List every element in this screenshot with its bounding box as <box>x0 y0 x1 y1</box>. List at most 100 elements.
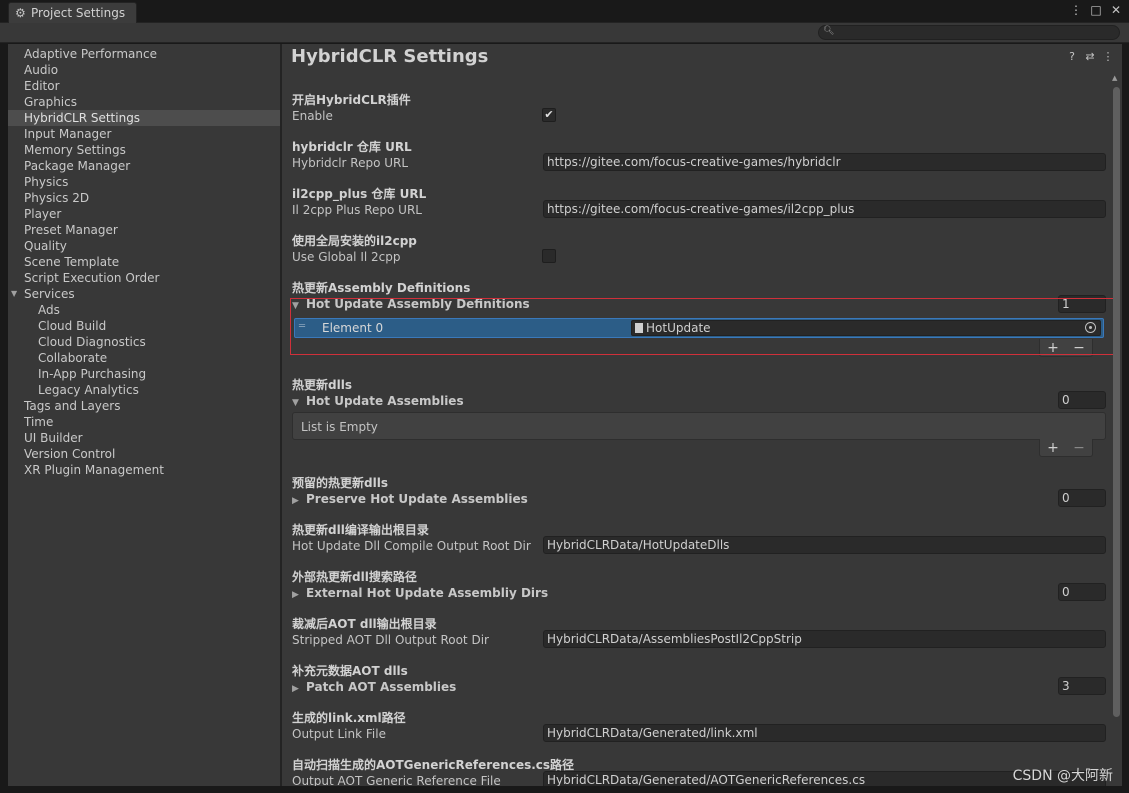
sidebar-item-script-execution-order[interactable]: Script Execution Order <box>8 270 280 286</box>
collapsed-triangle-icon: ▶ <box>292 590 299 600</box>
empty-list-text: List is Empty <box>301 420 378 434</box>
expanded-triangle-icon[interactable]: ▼ <box>11 286 17 302</box>
scroll-up-icon[interactable]: ▲ <box>1112 74 1117 82</box>
window-tabbar: ⚙ Project Settings ⋮ □ ✕ <box>0 0 1129 23</box>
search-toolbar: 🔍︎ <box>0 23 1129 43</box>
sidebar-item-physics[interactable]: Physics <box>8 174 280 190</box>
foldout-label: Hot Update Assemblies <box>306 394 464 408</box>
foldout-label: External Hot Update Assembliy Dirs <box>306 586 549 600</box>
link-xml-heading: 生成的link.xml路径 <box>292 711 406 725</box>
list-add-remove: + − <box>1039 439 1093 457</box>
collapsed-triangle-icon: ▶ <box>292 684 299 694</box>
sidebar-item-legacy-analytics[interactable]: Legacy Analytics <box>8 382 280 398</box>
sidebar-item-ui-builder[interactable]: UI Builder <box>8 430 280 446</box>
preserve-count[interactable]: 0 <box>1058 489 1106 507</box>
il2cpp-url-heading: il2cpp_plus 仓库 URL <box>292 187 427 201</box>
collapsed-triangle-icon: ▶ <box>292 496 299 506</box>
link-xml-label: Output Link File <box>292 727 386 741</box>
sidebar-item-collaborate[interactable]: Collaborate <box>8 350 280 366</box>
sidebar-item-physics-2d[interactable]: Physics 2D <box>8 190 280 206</box>
sidebar: Adaptive Performance Audio Editor Graphi… <box>8 44 280 786</box>
remove-element-button[interactable]: − <box>1073 440 1085 456</box>
enable-label: Enable <box>292 109 333 123</box>
sidebar-item-input-manager[interactable]: Input Manager <box>8 126 280 142</box>
add-element-button[interactable]: + <box>1047 440 1059 456</box>
page-title: HybridCLR Settings <box>291 46 489 67</box>
preset-icon[interactable]: ⇄ <box>1084 50 1096 63</box>
sidebar-item-services[interactable]: ▼ Services <box>8 286 280 302</box>
stripped-output-heading: 裁减后AOT dll输出根目录 <box>292 617 437 631</box>
foldout-label: Patch AOT Assemblies <box>306 680 457 694</box>
maximize-icon[interactable]: □ <box>1089 3 1103 17</box>
close-icon[interactable]: ✕ <box>1109 3 1123 17</box>
global-il2cpp-checkbox[interactable] <box>542 249 556 263</box>
compile-output-field[interactable]: HybridCLRData/HotUpdateDlls <box>543 536 1106 554</box>
repo-url-heading: hybridclr 仓库 URL <box>292 140 412 154</box>
sidebar-item-in-app-purchasing[interactable]: In-App Purchasing <box>8 366 280 382</box>
scrollbar-thumb[interactable] <box>1113 87 1120 717</box>
sidebar-item-version-control[interactable]: Version Control <box>8 446 280 462</box>
tab-title: Project Settings <box>31 6 126 20</box>
sidebar-item-quality[interactable]: Quality <box>8 238 280 254</box>
compile-output-heading: 热更新dll编译输出根目录 <box>292 523 429 537</box>
sidebar-item-preset-manager[interactable]: Preset Manager <box>8 222 280 238</box>
sidebar-item-cloud-diagnostics[interactable]: Cloud Diagnostics <box>8 334 280 350</box>
sidebar-item-package-manager[interactable]: Package Manager <box>8 158 280 174</box>
help-icon[interactable]: ? <box>1066 50 1078 63</box>
foldout-label: Preserve Hot Update Assemblies <box>306 492 528 506</box>
more-menu-icon[interactable]: ⋮ <box>1069 3 1083 17</box>
hot-update-assemblies-count[interactable]: 0 <box>1058 391 1106 409</box>
enable-checkbox[interactable]: ✔ <box>542 108 556 122</box>
patch-aot-foldout[interactable]: ▶ Patch AOT Assemblies <box>292 680 456 694</box>
sidebar-item-memory-settings[interactable]: Memory Settings <box>8 142 280 158</box>
gear-icon: ⚙ <box>15 6 26 20</box>
vertical-scrollbar[interactable]: ▲ <box>1112 74 1120 774</box>
stripped-output-field[interactable]: HybridCLRData/AssembliesPostIl2CppStrip <box>543 630 1106 648</box>
global-il2cpp-label: Use Global Il 2cpp <box>292 250 401 264</box>
sidebar-item-audio[interactable]: Audio <box>8 62 280 78</box>
preserve-foldout[interactable]: ▶ Preserve Hot Update Assemblies <box>292 492 528 506</box>
patch-aot-count[interactable]: 3 <box>1058 677 1106 695</box>
tab-project-settings[interactable]: ⚙ Project Settings <box>8 2 137 23</box>
compile-output-label: Hot Update Dll Compile Output Root Dir <box>292 539 531 553</box>
il2cpp-url-label: Il 2cpp Plus Repo URL <box>292 203 422 217</box>
preserve-heading: 预留的热更新dlls <box>292 476 388 490</box>
external-dirs-count[interactable]: 0 <box>1058 583 1106 601</box>
hot-update-assemblies-foldout[interactable]: ▼ Hot Update Assemblies <box>292 394 464 408</box>
sidebar-item-label: Services <box>24 287 75 301</box>
il2cpp-url-field[interactable]: https://gitee.com/focus-creative-games/i… <box>543 200 1106 218</box>
sidebar-item-time[interactable]: Time <box>8 414 280 430</box>
search-icon: 🔍︎ <box>823 26 835 36</box>
link-xml-field[interactable]: HybridCLRData/Generated/link.xml <box>543 724 1106 742</box>
highlight-box <box>290 298 1115 355</box>
sidebar-item-player[interactable]: Player <box>8 206 280 222</box>
search-input[interactable]: 🔍︎ <box>818 25 1120 40</box>
hot-update-assemblies-heading: 热更新dlls <box>292 378 352 392</box>
window-controls: ⋮ □ ✕ <box>1069 3 1123 17</box>
sidebar-item-adaptive-performance[interactable]: Adaptive Performance <box>8 46 280 62</box>
external-dirs-foldout[interactable]: ▶ External Hot Update Assembliy Dirs <box>292 586 548 600</box>
global-il2cpp-heading: 使用全局安装的il2cpp <box>292 234 417 248</box>
header-icons: ? ⇄ ⋮ <box>1066 50 1114 63</box>
more-menu-icon[interactable]: ⋮ <box>1102 50 1114 63</box>
sidebar-item-scene-template[interactable]: Scene Template <box>8 254 280 270</box>
sidebar-item-xr-plugin-management[interactable]: XR Plugin Management <box>8 462 280 478</box>
watermark: CSDN @大阿新 <box>1012 768 1113 784</box>
settings-panel: HybridCLR Settings ? ⇄ ⋮ 开启HybridCLR插件 E… <box>282 44 1122 786</box>
aot-generic-label: Output AOT Generic Reference File <box>292 774 501 786</box>
external-dirs-heading: 外部热更新dll搜索路径 <box>292 570 417 584</box>
sidebar-item-tags-and-layers[interactable]: Tags and Layers <box>8 398 280 414</box>
stripped-output-label: Stripped AOT Dll Output Root Dir <box>292 633 489 647</box>
enable-heading: 开启HybridCLR插件 <box>292 93 411 107</box>
repo-url-field[interactable]: https://gitee.com/focus-creative-games/h… <box>543 153 1106 171</box>
sidebar-item-editor[interactable]: Editor <box>8 78 280 94</box>
sidebar-item-graphics[interactable]: Graphics <box>8 94 280 110</box>
patch-aot-heading: 补充元数据AOT dlls <box>292 664 408 678</box>
sidebar-item-cloud-build[interactable]: Cloud Build <box>8 318 280 334</box>
sidebar-item-ads[interactable]: Ads <box>8 302 280 318</box>
empty-list-box: List is Empty <box>292 412 1106 440</box>
repo-url-label: Hybridclr Repo URL <box>292 156 409 170</box>
aot-generic-heading: 自动扫描生成的AOTGenericReferences.cs路径 <box>292 758 575 772</box>
expanded-triangle-icon: ▼ <box>292 398 299 408</box>
sidebar-item-hybridclr-settings[interactable]: HybridCLR Settings <box>8 110 280 126</box>
